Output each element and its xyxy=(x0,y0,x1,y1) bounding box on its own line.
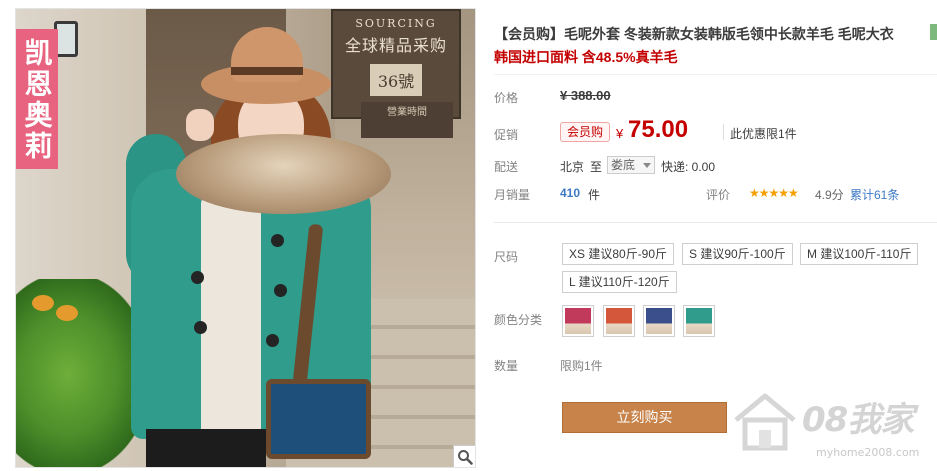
buy-now-button[interactable]: 立刻购买 xyxy=(562,402,727,433)
sales-unit: 件 xyxy=(588,188,601,202)
sale-price: 75.00 xyxy=(628,116,689,143)
member-badge: 会员购 xyxy=(560,122,611,142)
price-divider xyxy=(723,124,724,140)
sales-count: 410 xyxy=(560,186,581,200)
shop-hours-sign: 營業時間 xyxy=(361,102,453,138)
shop-hours-text: 營業時間 xyxy=(387,107,427,118)
house-logo-icon xyxy=(734,393,796,451)
model-handbag xyxy=(266,379,371,459)
coat-button xyxy=(274,284,287,297)
price-label: 价格 xyxy=(494,91,519,105)
color-swatch-2[interactable] xyxy=(603,305,635,337)
color-label: 颜色分类 xyxy=(494,313,543,327)
swatch-image xyxy=(646,308,672,334)
reviews-link[interactable]: 累计61条 xyxy=(850,186,899,203)
size-option-s[interactable]: S 建议90斤-100斤 xyxy=(682,243,793,265)
size-option-m[interactable]: M 建议100斤-110斤 xyxy=(800,243,919,265)
model-fur-collar xyxy=(176,134,391,214)
model-legs xyxy=(146,429,266,467)
promo-limit-note: 此优惠限1件 xyxy=(730,127,797,141)
brand-tag: 凯恩奥莉 xyxy=(16,29,58,169)
color-swatch-4[interactable] xyxy=(683,305,715,337)
promo-label: 促销 xyxy=(494,128,519,142)
product-main-image[interactable]: SOURCING 全球精品采购 36號 營業時間 凯恩奥莉 xyxy=(15,8,476,468)
chevron-down-icon xyxy=(643,163,651,168)
currency-symbol: ¥ xyxy=(616,126,624,141)
product-subtitle: 韩国进口面料 含48.5%真羊毛 xyxy=(494,49,678,65)
scrollbar-thumb[interactable] xyxy=(930,24,937,40)
flower xyxy=(56,305,78,321)
coat-button xyxy=(194,321,207,334)
color-swatch-3[interactable] xyxy=(643,305,675,337)
shop-sign-number: 36號 xyxy=(369,64,423,96)
product-title: 【会员购】毛呢外套 冬装新款女装韩版毛领中长款羊毛 毛呢大衣 xyxy=(494,26,894,42)
size-label: 尺码 xyxy=(494,250,519,264)
rating-score: 4.9分 xyxy=(815,188,844,202)
sales-label: 月销量 xyxy=(494,188,531,202)
coat-button xyxy=(266,334,279,347)
swatch-image xyxy=(686,308,712,334)
ship-from: 北京 xyxy=(560,160,585,174)
model-sweater xyxy=(201,194,261,444)
watermark: 08我家 myhome2008.com xyxy=(728,388,937,468)
shop-sign-large: SOURCING xyxy=(355,17,437,30)
quantity-label: 数量 xyxy=(494,359,519,373)
quantity-limit: 限购1件 xyxy=(560,359,603,373)
magnifier-icon[interactable] xyxy=(453,445,475,467)
original-price: ¥ 388.00 xyxy=(560,88,611,103)
watermark-url: myhome2008.com xyxy=(816,446,920,459)
express-fee: 快递: 0.00 xyxy=(661,160,716,174)
coat-button xyxy=(191,271,204,284)
color-swatch-1[interactable] xyxy=(562,305,594,337)
model-hat-band xyxy=(231,67,303,75)
destination-value: 娄底 xyxy=(611,158,636,172)
destination-select[interactable]: 娄底 xyxy=(607,156,655,174)
ship-to-word: 至 xyxy=(590,160,603,174)
watermark-text: 08我家 xyxy=(802,400,914,440)
coat-button xyxy=(271,234,284,247)
shipping-label: 配送 xyxy=(494,160,519,174)
flower xyxy=(32,295,54,311)
swatch-image xyxy=(565,308,591,334)
divider xyxy=(494,222,937,223)
shop-sign-small: 全球精品采购 xyxy=(344,36,447,55)
rating-label: 评价 xyxy=(706,188,731,202)
swatch-image xyxy=(606,308,632,334)
star-rating-icon: ★★★★★ xyxy=(749,186,799,200)
model-hand xyxy=(186,109,214,141)
size-option-l[interactable]: L 建议110斤-120斤 xyxy=(562,271,677,293)
size-option-xs[interactable]: XS 建议80斤-90斤 xyxy=(562,243,675,265)
